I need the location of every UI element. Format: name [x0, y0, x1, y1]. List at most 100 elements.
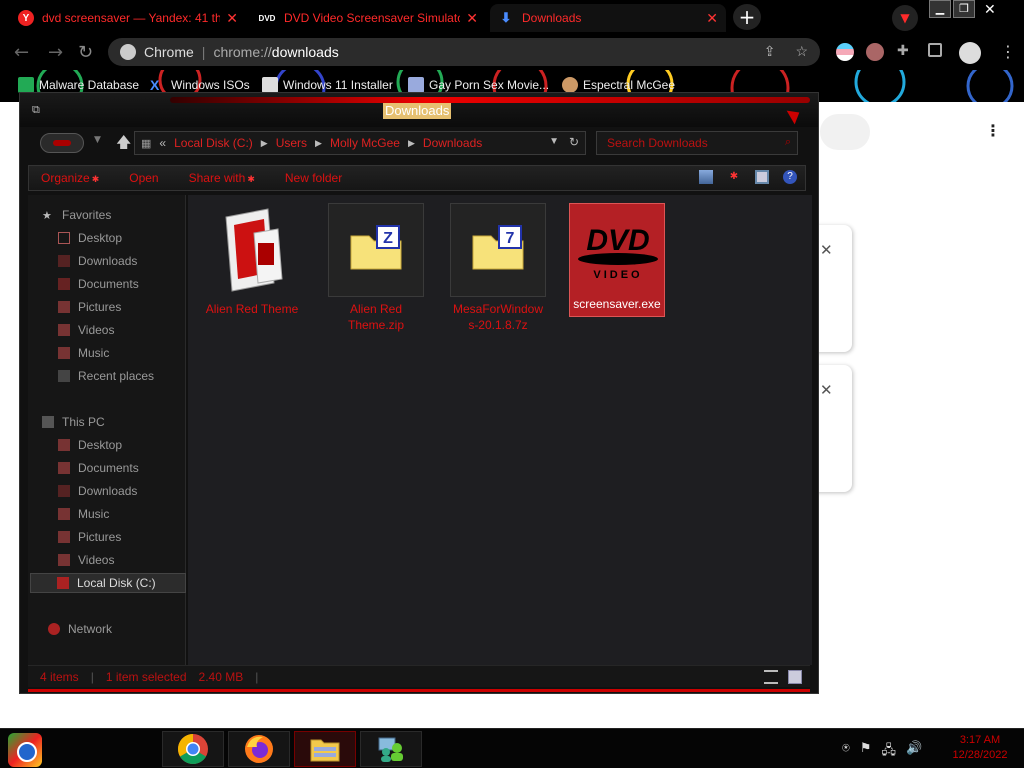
bookmark-espectral-mcgee[interactable]: Espectral McGee [562, 77, 675, 93]
folder-path-icon: ▦ [141, 137, 152, 150]
bookmark-label: Espectral McGee [583, 78, 676, 92]
star-icon[interactable]: ☆ [795, 43, 808, 60]
close-icon[interactable]: ✕ [466, 10, 478, 27]
tab-yandex[interactable]: Y dvd screensaver — Yandex: 41 th ✕ [10, 4, 246, 32]
star-icon: ★ [42, 210, 52, 222]
volume-icon[interactable]: 🔊 [906, 741, 922, 763]
open-button[interactable]: Open [129, 171, 158, 185]
breadcrumb-local-disk[interactable]: Local Disk (C:) [174, 136, 253, 150]
command-label: Share with [188, 171, 246, 185]
downloads-search-field[interactable] [820, 114, 870, 150]
up-arrow-icon[interactable]: 🡅 [116, 132, 131, 157]
file-item-alien-red-theme[interactable]: Alien Red Theme [204, 203, 300, 317]
network-status-icon[interactable]: 🖧 [881, 741, 896, 763]
tab-search-icon[interactable]: ▼ [892, 5, 918, 31]
chevron-right-icon[interactable]: ▶ [261, 138, 268, 149]
close-icon[interactable]: ✕ [706, 10, 718, 27]
preview-pane-icon[interactable] [755, 170, 769, 184]
downloads-icon [58, 255, 70, 267]
nav-label: Videos [78, 323, 115, 337]
organize-button[interactable]: Organize ✱ [41, 171, 99, 185]
close-window-button[interactable]: ✕ [984, 2, 996, 18]
notifications-icon[interactable]: ⍟ [842, 741, 850, 763]
nav-label: Videos [78, 553, 115, 567]
url-host: downloads [271, 44, 339, 60]
back-arrow-icon[interactable]: ← [14, 42, 29, 63]
action-center-flag-icon[interactable]: ⚑ [860, 741, 872, 763]
details-view-icon[interactable] [764, 670, 778, 684]
search-input[interactable]: Search Downloads ⌕ [596, 131, 798, 155]
new-folder-button[interactable]: New folder [285, 171, 342, 185]
remove-download-icon[interactable]: ✕ [820, 381, 833, 399]
new-tab-button[interactable]: + [733, 4, 761, 30]
navigation-pane: ★ Favorites Desktop Downloads Documents P… [28, 195, 186, 665]
file-item-screensaver-exe[interactable]: DVD VIDEO screensaver.exe [569, 203, 665, 317]
close-icon[interactable]: ✕ [226, 10, 238, 27]
side-panel-icon[interactable] [928, 43, 942, 57]
share-with-button[interactable]: Share with ✱ [189, 171, 255, 185]
breadcrumb-overflow[interactable]: « [159, 136, 166, 150]
extension-flag-icon[interactable] [836, 43, 854, 61]
nav-this-pc[interactable]: This PC [42, 412, 198, 432]
nav-label: This PC [62, 415, 105, 429]
recent-locations-dropdown-icon[interactable]: ▼ [94, 135, 101, 145]
minimize-button[interactable]: ▁ [929, 0, 951, 18]
bookmark-windows-isos[interactable]: X Windows ISOs [150, 77, 250, 93]
bookmark-movie-site[interactable]: Gay Porn Sex Movie... [408, 77, 549, 93]
window-titlebar[interactable]: ⧉ Downloads [20, 93, 818, 127]
view-options-icon[interactable]: ✱ [727, 170, 741, 184]
clock[interactable]: 3:17 AM 12/28/2022 [944, 733, 1016, 763]
nav-favorites[interactable]: ★ Favorites [42, 205, 198, 225]
chevron-right-icon[interactable]: ▶ [315, 138, 322, 149]
command-label: New folder [284, 171, 343, 185]
nav-label: Pictures [78, 530, 122, 544]
bookmark-windows-11-installer[interactable]: Windows 11 Installer [262, 77, 393, 93]
breadcrumb-molly-mcgee[interactable]: Molly McGee [330, 136, 400, 150]
tab-downloads[interactable]: ⬇ Downloads ✕ [490, 4, 726, 32]
url-scheme: chrome:// [213, 44, 272, 60]
music-icon [58, 347, 70, 359]
forward-arrow-icon[interactable]: → [48, 42, 63, 63]
tab-dvd-simulator[interactable]: DVD DVD Video Screensaver Simulato ✕ [250, 4, 486, 32]
share-icon[interactable]: ⇪ [764, 43, 776, 60]
start-button[interactable] [8, 733, 42, 767]
nav-label: Documents [78, 461, 139, 475]
bookmark-malware-database[interactable]: Malware Database [18, 77, 139, 93]
extension-avatar-icon[interactable] [866, 43, 884, 61]
command-label: Organize [41, 171, 90, 185]
chevron-down-icon[interactable]: ▼ [549, 136, 559, 147]
file-item-alien-red-theme-zip[interactable]: Z Alien Red Theme.zip [328, 203, 424, 333]
chrome-menu-icon[interactable]: ⋮ [1000, 42, 1016, 61]
taskbar-file-explorer[interactable] [294, 731, 356, 767]
nav-network[interactable]: Network [48, 619, 204, 639]
back-forward-button[interactable] [40, 133, 84, 153]
nav-item-local-disk[interactable]: Local Disk (C:) [30, 573, 186, 593]
taskbar-network-people[interactable] [360, 731, 422, 767]
file-name: Alien Red Theme [205, 302, 299, 316]
address-bar[interactable]: Chrome | chrome://downloads ⇪ ☆ [108, 38, 820, 66]
taskbar-firefox[interactable] [228, 731, 290, 767]
remove-download-icon[interactable]: ✕ [820, 241, 833, 259]
refresh-icon[interactable]: ↻ [569, 135, 579, 149]
breadcrumb-users[interactable]: Users [276, 136, 307, 150]
taskbar-chrome[interactable] [162, 731, 224, 767]
more-options-icon[interactable]: ⋮ [985, 121, 1001, 140]
windows-icon [262, 77, 278, 93]
help-icon[interactable]: ? [783, 170, 797, 184]
maximize-button[interactable]: ❐ [953, 0, 975, 18]
breadcrumb[interactable]: ▦ « Local Disk (C:) ▶ Users ▶ Molly McGe… [134, 131, 586, 155]
network-people-icon [378, 737, 403, 762]
extensions-puzzle-icon[interactable]: ✚ [897, 43, 915, 61]
profile-avatar[interactable] [959, 42, 981, 64]
large-icons-view-icon[interactable] [788, 670, 802, 684]
reload-icon[interactable]: ↻ [78, 42, 93, 63]
x-icon: X [150, 77, 160, 93]
cross-icon [18, 77, 34, 93]
breadcrumb-downloads[interactable]: Downloads [423, 136, 482, 150]
theme-arrow-icon [786, 105, 804, 125]
file-item-mesa-7z[interactable]: 7 MesaForWindow s-20.1.8.7z [450, 203, 546, 333]
download-icon: ⬇ [500, 10, 512, 25]
chevron-right-icon[interactable]: ▶ [408, 138, 415, 149]
nav-label: Downloads [78, 254, 138, 268]
change-view-icon[interactable] [699, 170, 713, 184]
